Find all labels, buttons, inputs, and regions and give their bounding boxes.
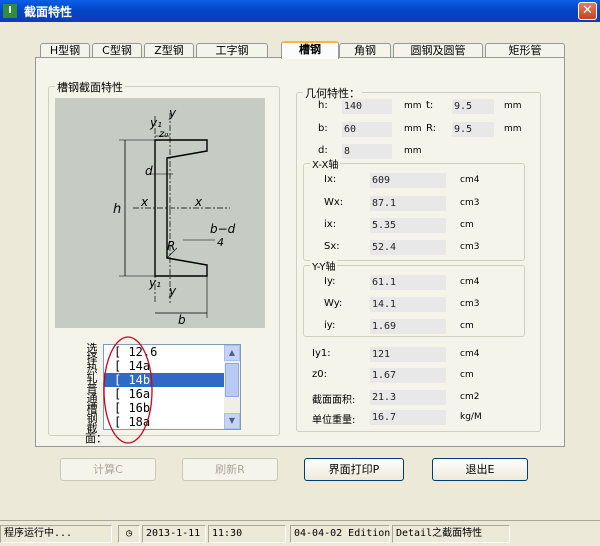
- iy-field: 1.69: [370, 319, 446, 334]
- close-button[interactable]: ✕: [578, 2, 597, 20]
- h-label: h:: [318, 100, 328, 111]
- label-h: h: [113, 202, 122, 217]
- t-label: t:: [426, 100, 434, 111]
- area-label: 截面面积:: [312, 395, 356, 406]
- R-label: R:: [426, 123, 437, 134]
- h-unit: mm: [404, 101, 422, 111]
- label-y-top: y: [169, 106, 177, 120]
- d-unit: mm: [404, 146, 422, 156]
- Ix-label: Ix:: [324, 174, 337, 185]
- Sx-unit: cm3: [460, 242, 480, 252]
- d-label: d:: [318, 145, 328, 156]
- label-R: R: [167, 239, 176, 253]
- status-running: 程序运行中...: [0, 525, 112, 543]
- t-unit: mm: [504, 101, 522, 111]
- Ix-field: 609: [370, 173, 446, 188]
- weight-unit: kg/M: [460, 412, 482, 422]
- area-unit: cm2: [460, 392, 480, 402]
- b-unit: mm: [404, 124, 422, 134]
- Sx-label: Sx:: [324, 241, 340, 252]
- Wy-unit: cm3: [460, 299, 480, 309]
- d-field: 8: [342, 144, 392, 159]
- z0-field: 1.67: [370, 368, 446, 383]
- status-bar: 程序运行中... ◷ 2013-1-11 11:30 04-04-02 Edit…: [0, 520, 600, 546]
- xx-axis-title: X-X轴: [310, 156, 341, 171]
- section-group-title: 槽钢截面特性: [55, 79, 125, 95]
- Wx-label: Wx:: [324, 197, 344, 208]
- ix-label: ix:: [324, 219, 337, 230]
- scroll-down-icon[interactable]: ▼: [224, 413, 240, 429]
- clock-icon: ◷: [118, 525, 140, 543]
- refresh-button[interactable]: 刷新R: [182, 458, 278, 481]
- label-b: b: [178, 313, 186, 327]
- title-bar: I 截面特性 ✕: [0, 0, 600, 22]
- t-field: 9.5: [452, 99, 494, 114]
- channel-diagram: y₁ y z₀ d h x x R b−d 4 y₁ y b: [55, 98, 265, 328]
- Iy1-label: Iy1:: [312, 348, 331, 359]
- z0-unit: cm: [460, 370, 474, 380]
- status-date: 2013-1-11: [142, 525, 206, 543]
- iy-unit: cm: [460, 321, 474, 331]
- Iy1-unit: cm4: [460, 349, 480, 359]
- status-detail: Detail之截面特性: [392, 525, 510, 543]
- R-unit: mm: [504, 124, 522, 134]
- exit-button[interactable]: 退出E: [432, 458, 528, 481]
- Wy-label: Wy:: [324, 298, 343, 309]
- h-field: 140: [342, 99, 392, 114]
- window-title: 截面特性: [24, 5, 73, 19]
- z0-label: z0:: [312, 369, 327, 380]
- label-y-bottom: y: [169, 284, 177, 298]
- Wy-field: 14.1: [370, 297, 446, 312]
- tab-channel[interactable]: 槽钢: [281, 41, 339, 59]
- red-annotation: [103, 336, 153, 444]
- label-z0: z₀: [159, 129, 169, 140]
- weight-field: 16.7: [370, 410, 446, 425]
- Iy1-field: 121: [370, 347, 446, 362]
- ix-unit: cm: [460, 220, 474, 230]
- print-button[interactable]: 界面打印P: [304, 458, 404, 481]
- app-icon: I: [3, 4, 17, 18]
- label-d: d: [145, 164, 153, 178]
- label-y1-bottom: y₁: [149, 276, 161, 290]
- Ix-unit: cm4: [460, 175, 480, 185]
- area-field: 21.3: [370, 390, 446, 405]
- scroll-up-icon[interactable]: ▲: [224, 345, 240, 361]
- label-x-right: x: [195, 195, 203, 209]
- label-y1-top: y₁: [150, 116, 162, 130]
- yy-axis-title: Y-Y轴: [310, 258, 338, 273]
- Sx-field: 52.4: [370, 240, 446, 255]
- b-label: b:: [318, 123, 328, 134]
- label-x-left: x: [141, 195, 149, 209]
- ix-field: 5.35: [370, 218, 446, 233]
- status-time: 11:30: [208, 525, 286, 543]
- scroll-thumb[interactable]: [225, 363, 239, 397]
- b-field: 60: [342, 122, 392, 137]
- Iy-unit: cm4: [460, 277, 480, 287]
- calculate-button[interactable]: 计算C: [60, 458, 156, 481]
- Iy-field: 61.1: [370, 275, 446, 290]
- Iy-label: Iy:: [324, 276, 336, 287]
- status-edition: 04-04-02 Edition: [290, 525, 390, 543]
- select-label: 选择热轧普通槽钢截面：: [85, 342, 107, 445]
- label-b-minus-d: b−d: [210, 222, 236, 236]
- R-field: 9.5: [452, 122, 494, 137]
- label-four: 4: [217, 236, 224, 249]
- weight-label: 单位重量:: [312, 415, 356, 426]
- Wx-field: 87.1: [370, 196, 446, 211]
- iy-label: iy:: [324, 320, 336, 331]
- Wx-unit: cm3: [460, 198, 480, 208]
- list-scrollbar[interactable]: ▲ ▼: [224, 345, 240, 429]
